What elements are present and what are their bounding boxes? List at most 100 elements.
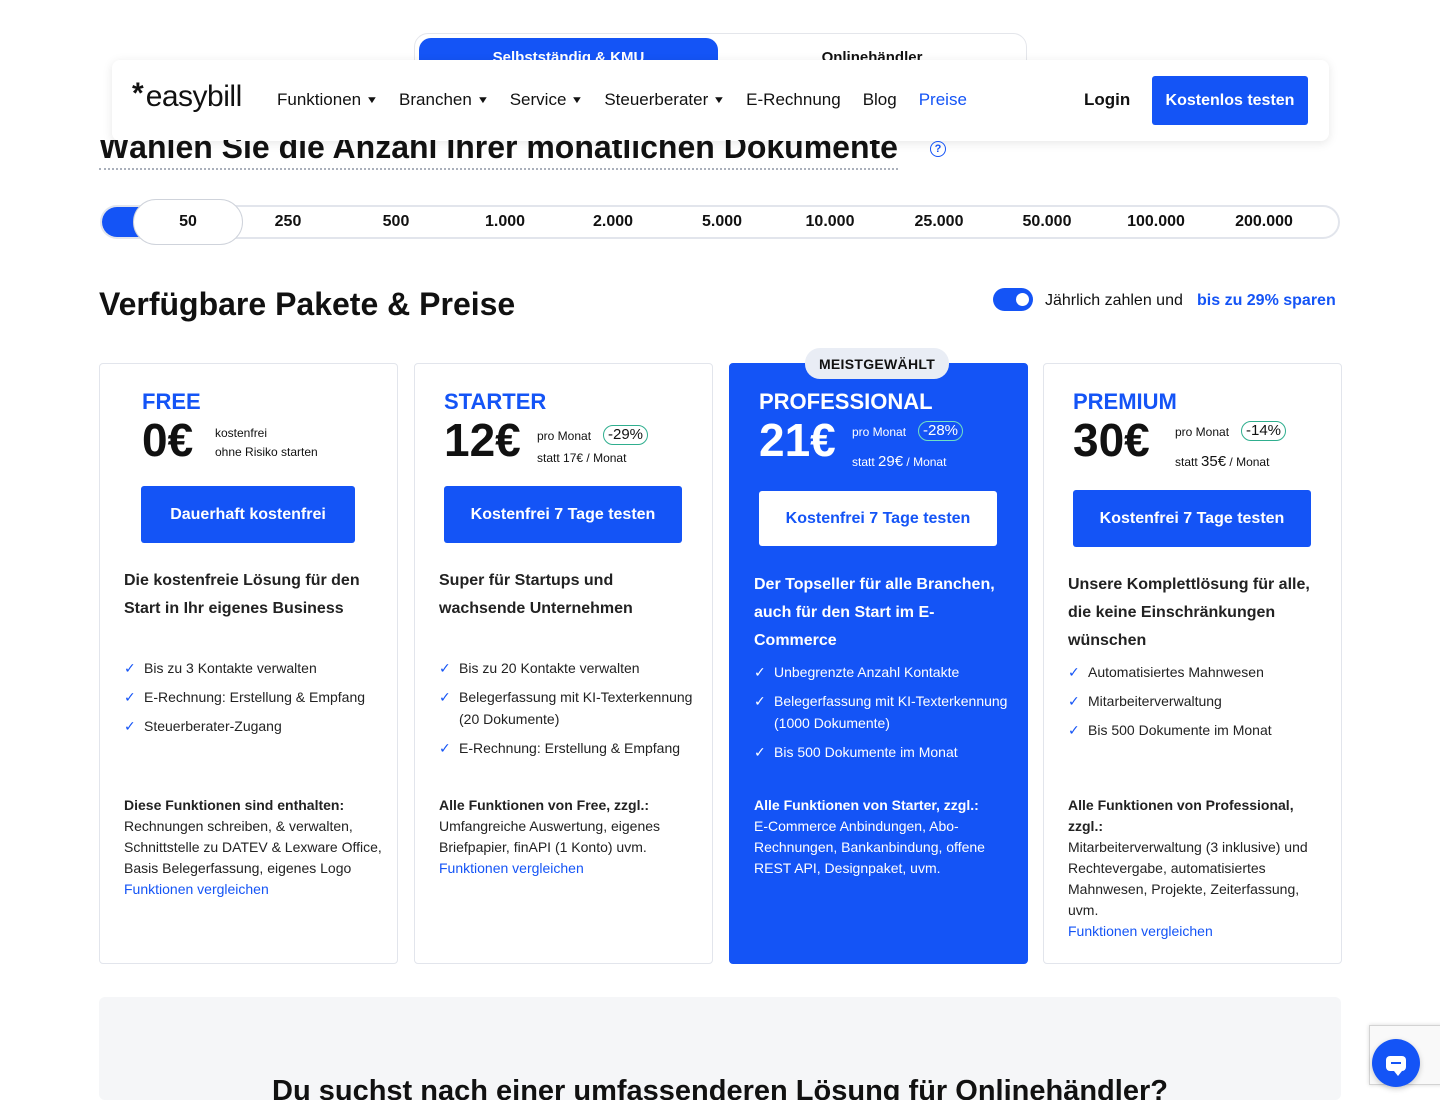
was-value: 17€	[563, 451, 584, 465]
plan-name: STARTER	[444, 389, 547, 414]
feature-item: ✓ Bis 500 Dokumente im Monat	[1068, 719, 1328, 741]
kostenfrei-testen-button[interactable]: Kostenfrei 7 Tage testen	[759, 491, 997, 546]
kostenlos-testen-button[interactable]: Kostenlos testen	[1152, 76, 1308, 125]
checkmark-icon: ✓	[754, 693, 766, 709]
compare-functions-link[interactable]: Funktionen vergleichen	[124, 879, 384, 900]
feature-text: E-Rechnung: Erstellung & Empfang	[459, 740, 681, 756]
was-suffix: / Monat	[906, 455, 947, 469]
kostenfrei-testen-button[interactable]: Kostenfrei 7 Tage testen	[1073, 490, 1311, 547]
price-per: pro Monat	[1175, 425, 1230, 439]
packages-heading: Verfügbare Pakete & Preise	[99, 286, 516, 322]
slider-option[interactable]: 250	[248, 213, 328, 231]
feature-text: Bis 500 Dokumente im Monat	[774, 744, 958, 760]
checkmark-icon: ✓	[124, 718, 136, 734]
was-prefix: statt	[537, 451, 560, 465]
discount-badge: -28%	[918, 421, 964, 441]
compare-functions-link[interactable]: Funktionen vergleichen	[439, 858, 699, 879]
slider-option[interactable]: 2.000	[573, 213, 653, 231]
chat-button[interactable]	[1372, 1039, 1420, 1087]
chevron-down-icon: ▼	[570, 94, 584, 106]
price-note: kostenfrei	[215, 426, 268, 440]
discount-badge: -29%	[603, 425, 649, 445]
included-text: Mitarbeiterverwaltung (3 inklusive) und …	[1068, 839, 1308, 918]
slider-handle[interactable]: 50	[133, 199, 243, 245]
asterisk-icon: *	[132, 77, 144, 110]
nav-label: Blog	[862, 90, 897, 109]
kostenfrei-testen-button[interactable]: Kostenfrei 7 Tage testen	[444, 486, 682, 543]
nav-funktionen[interactable]: Funktionen ▼	[277, 90, 379, 110]
feature-item: ✓ Belegerfassung mit KI-Texterkennung (10…	[754, 690, 1014, 734]
slider-option[interactable]: 5.000	[682, 213, 762, 231]
question-circle-icon[interactable]: ?	[930, 141, 946, 157]
included-text: Rechnungen schreiben, & verwalten, Schni…	[124, 818, 382, 876]
feature-item: ✓ Belegerfassung mit KI-Texterkennung (20…	[439, 686, 699, 730]
feature-item: ✓ Mitarbeiterverwaltung	[1068, 690, 1328, 712]
plan-card-professional: PROFESSIONAL 21€ pro Monat -28% statt 29…	[729, 363, 1028, 964]
feature-item: ✓ Bis zu 20 Kontakte verwalten	[439, 657, 699, 679]
logo-text: easybill	[145, 80, 243, 113]
included-title: Alle Funktionen von Professional, zzgl.:	[1068, 797, 1294, 834]
compare-functions-link[interactable]: Funktionen vergleichen	[1068, 921, 1328, 942]
plan-price: 0€	[142, 414, 194, 466]
login-link[interactable]: Login	[1084, 90, 1130, 110]
slider-option[interactable]: 500	[356, 213, 436, 231]
slider-option[interactable]: 25.000	[899, 213, 979, 231]
nav-label: E-Rechnung	[746, 90, 841, 109]
plan-name: PREMIUM	[1073, 389, 1177, 414]
section-heading: Du suchst nach einer umfassenderen Lösun…	[272, 1075, 1168, 1100]
feature-text: Mitarbeiterverwaltung	[1088, 693, 1222, 709]
nav-label: Service	[509, 90, 567, 109]
nav-branchen[interactable]: Branchen ▼	[399, 90, 489, 110]
feature-text: Bis zu 20 Kontakte verwalten	[459, 660, 640, 676]
plan-card-starter: STARTER 12€ pro Monat -29% statt 17€ / M…	[414, 363, 713, 964]
plan-card-free: FREE 0€ kostenfrei ohne Risiko starten D…	[99, 363, 398, 964]
price-was: statt 35€ / Monat	[1175, 452, 1269, 472]
nav-steuerberater[interactable]: Steuerberater ▼	[604, 90, 725, 110]
plan-card-premium: PREMIUM 30€ pro Monat -14% statt 35€ / M…	[1043, 363, 1342, 964]
price-per: pro Monat	[852, 425, 907, 439]
feature-item: ✓ Automatisiertes Mahnwesen	[1068, 661, 1328, 683]
main-nav: Funktionen ▼ Branchen ▼ Service ▼ Steuerber…	[277, 90, 989, 110]
slider-option[interactable]: 50.000	[1007, 213, 1087, 231]
site-header: * easybill Funktionen ▼ Branchen ▼ Service…	[112, 60, 1329, 141]
price-note: ohne Risiko starten	[215, 445, 318, 459]
slider-option[interactable]: 200.000	[1224, 213, 1304, 231]
feature-text: Automatisiertes Mahnwesen	[1088, 664, 1264, 680]
feature-text: Belegerfassung mit KI-Texterkennung (100…	[774, 693, 1008, 731]
was-prefix: statt	[852, 455, 875, 469]
checkmark-icon: ✓	[1068, 722, 1080, 738]
billing-toggle[interactable]	[993, 288, 1033, 311]
slider-option[interactable]: 10.000	[790, 213, 870, 231]
checkmark-icon: ✓	[1068, 693, 1080, 709]
checkmark-icon: ✓	[439, 660, 451, 676]
checkmark-icon: ✓	[124, 689, 136, 705]
feature-text: Unbegrenzte Anzahl Kontakte	[774, 664, 960, 680]
chevron-down-icon: ▼	[365, 94, 379, 106]
was-value: 29€	[878, 453, 904, 470]
feature-item: ✓ Bis 500 Dokumente im Monat	[754, 741, 1014, 763]
nav-blog[interactable]: Blog	[863, 90, 897, 110]
feature-item: ✓ E-Rechnung: Erstellung & Empfang	[124, 686, 384, 708]
nav-service[interactable]: Service ▼	[509, 90, 584, 110]
discount-badge: -14%	[1241, 421, 1287, 441]
included-functions: Diese Funktionen sind enthalten: Rechnun…	[124, 795, 384, 900]
plan-description: Unsere Komplettlösung für alle, die kein…	[1068, 576, 1310, 649]
easybill-logo[interactable]: * easybill	[132, 77, 243, 113]
nav-e-rechnung[interactable]: E-Rechnung	[746, 90, 841, 110]
was-prefix: statt	[1175, 455, 1198, 469]
slider-option[interactable]: 100.000	[1116, 213, 1196, 231]
feature-list: ✓ Automatisiertes Mahnwesen ✓ Mitarbeiterv…	[1068, 661, 1328, 748]
dauerhaft-kostenfrei-button[interactable]: Dauerhaft kostenfrei	[141, 486, 355, 543]
plan-name: FREE	[142, 389, 201, 414]
documents-slider[interactable]: 250 500 1.000 2.000 5.000 10.000 25.000 …	[100, 199, 1340, 245]
price-was: statt 29€ / Monat	[852, 452, 946, 472]
slider-option[interactable]: 1.000	[465, 213, 545, 231]
checkmark-icon: ✓	[439, 689, 451, 705]
price-was: statt 17€ / Monat	[537, 449, 626, 468]
plan-description: Super für Startups und wachsende Unterne…	[439, 572, 633, 617]
nav-label: Branchen	[399, 90, 472, 109]
was-suffix: / Monat	[586, 451, 627, 465]
nav-preise[interactable]: Preise	[919, 90, 967, 110]
checkmark-icon: ✓	[1068, 664, 1080, 680]
feature-text: Steuerberater-Zugang	[144, 718, 282, 734]
